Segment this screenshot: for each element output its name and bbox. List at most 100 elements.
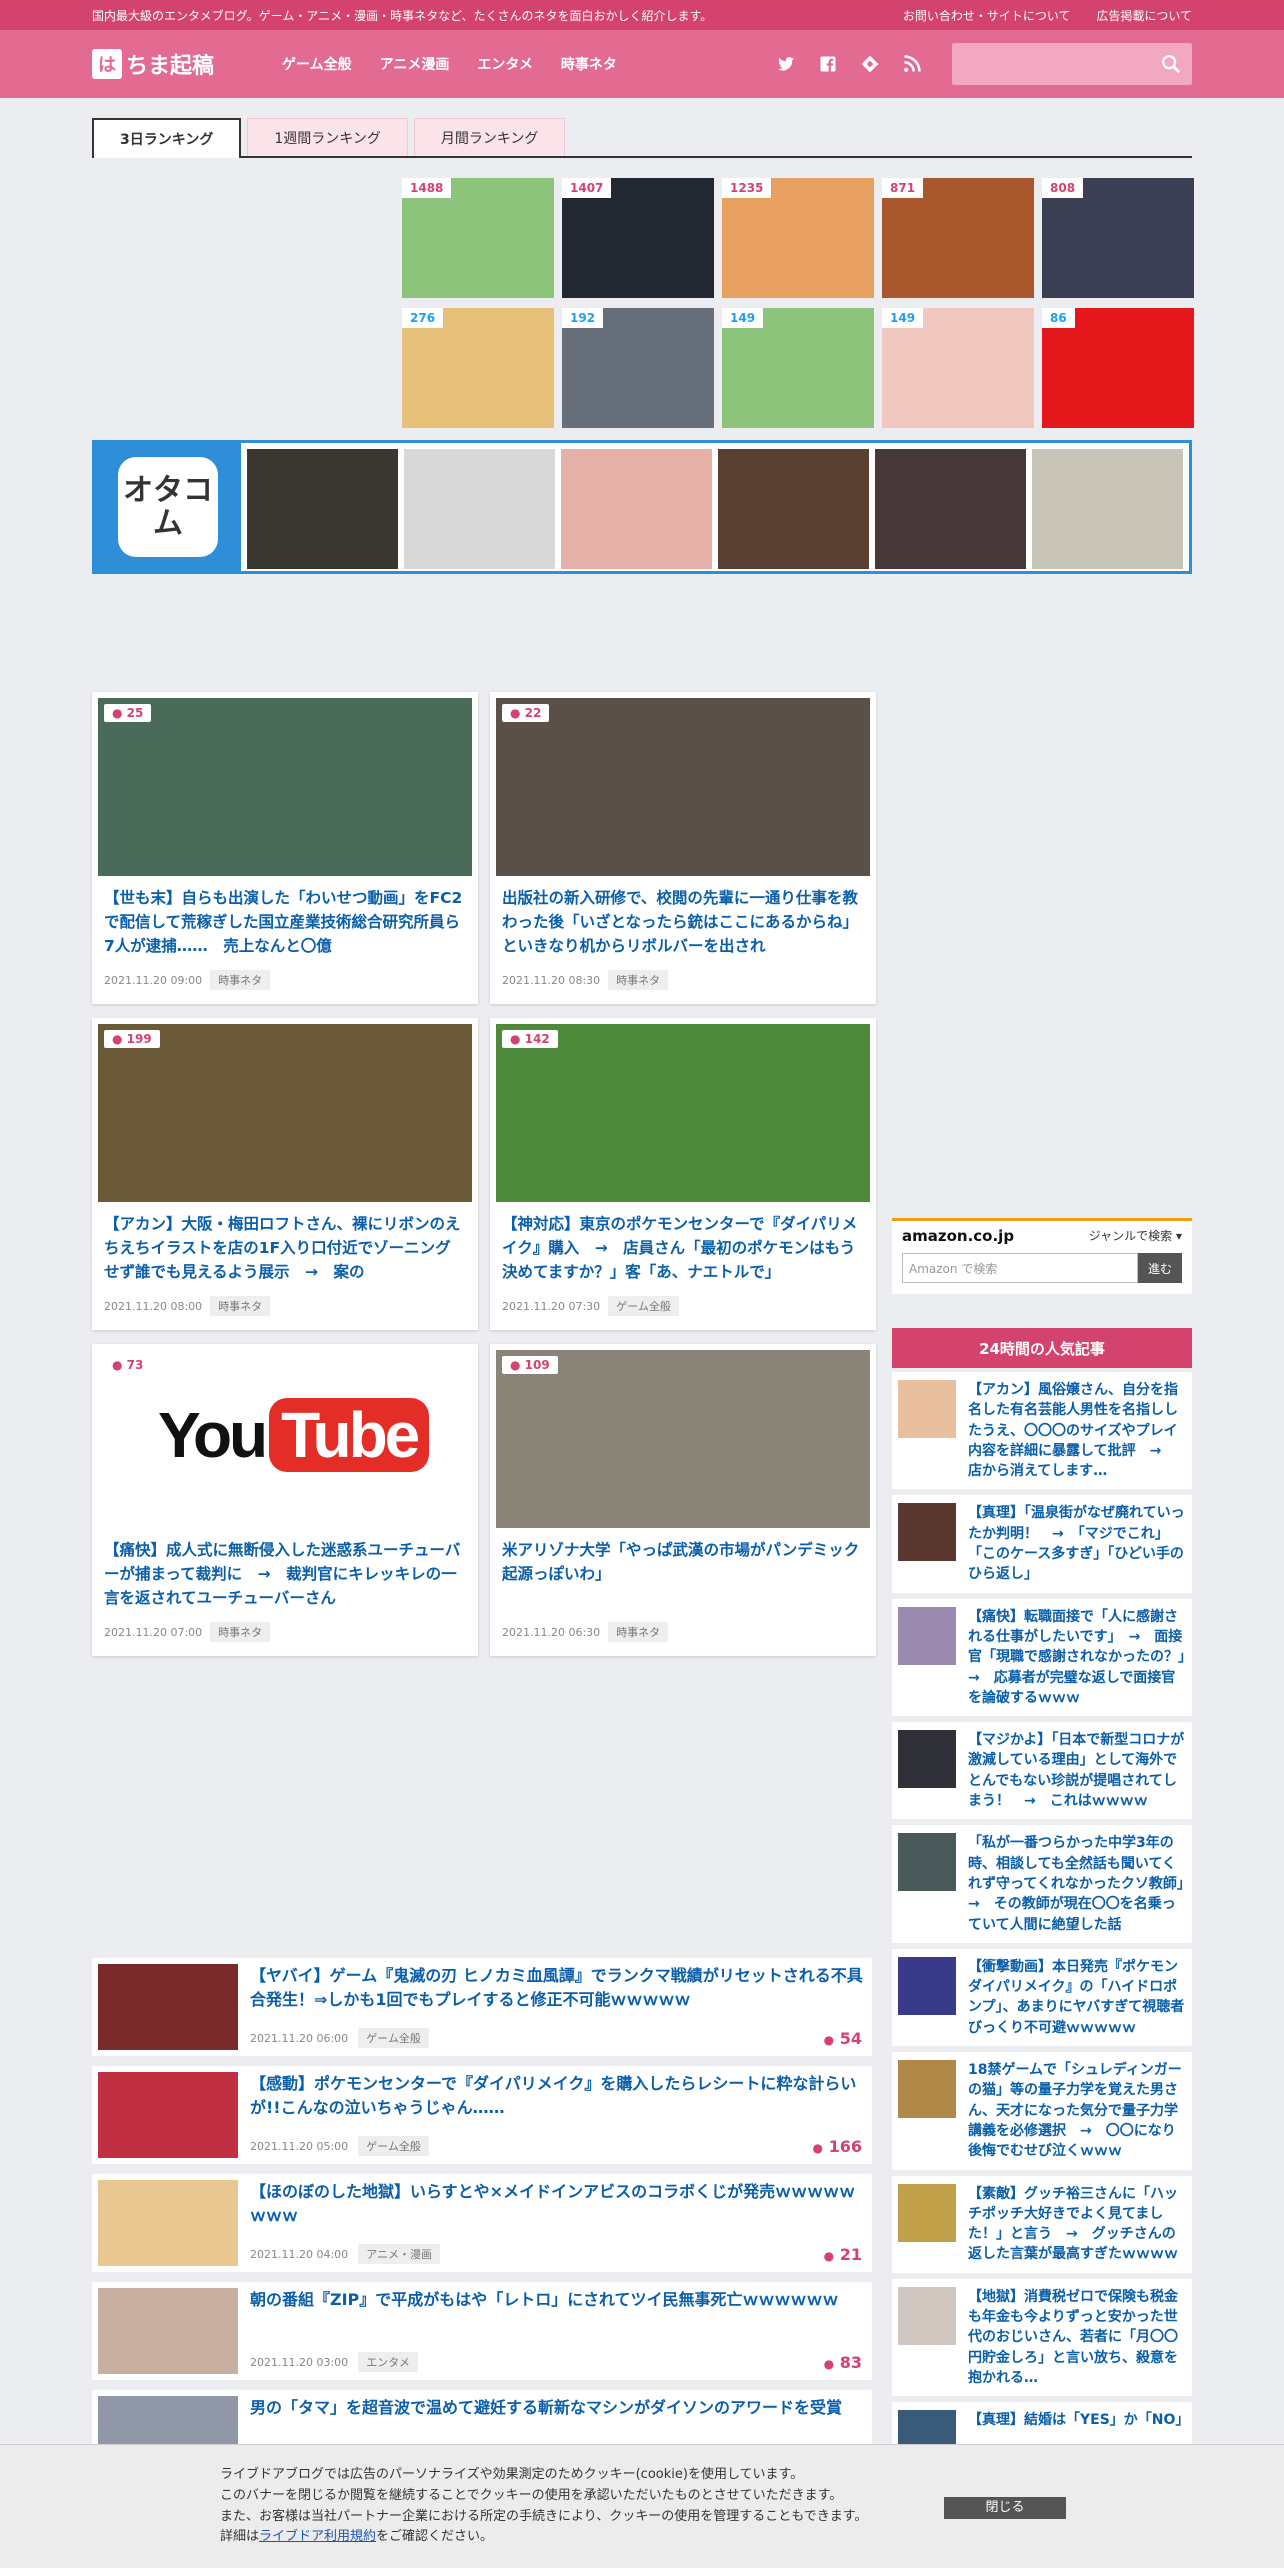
article-card[interactable]: You Tube ● 73 【痛快】成人式に無断侵入した迷惑系ユーチューバーが捕まって… (92, 1344, 478, 1656)
list-item[interactable]: 朝の番組『ZIP』で平成がもはや「レトロ」にされてツイ民無事死亡ｗｗｗｗｗｗ 20… (92, 2282, 872, 2380)
ad-link[interactable]: 広告掲載について (1096, 9, 1192, 23)
article-thumbnail[interactable]: You Tube ● 73 (98, 1350, 472, 1528)
ranking-item[interactable]: 808 (1042, 178, 1194, 298)
otacom-thumbnail[interactable] (718, 449, 869, 569)
list-title[interactable]: 【ヤバイ】ゲーム『鬼滅の刃 ヒノカミ血風譚』でランクマ戦績がリセットされる不具合… (250, 1964, 866, 2012)
facebook-icon[interactable] (818, 54, 838, 74)
popular-item[interactable]: 【地獄】消費税ゼロで保険も税金も年金も今よりずっと安かった世代のおじいさん、若者… (892, 2278, 1192, 2397)
article-thumbnail[interactable]: ● 109 (496, 1350, 870, 1528)
article-thumbnail[interactable]: ● 25 (98, 698, 472, 876)
search-icon[interactable] (1160, 53, 1182, 75)
category-tag[interactable]: 時事ネタ (210, 1622, 271, 1642)
ranking-item[interactable]: 149 (722, 308, 874, 428)
article-title[interactable]: 【神対応】東京のポケモンセンターで『ダイパリメイク』購入 → 店員さん「最初のポ… (502, 1212, 864, 1284)
popular-title[interactable]: 【マジかよ】「日本で新型コロナが激減している理由」として海外でとんでもない珍説が… (968, 1730, 1186, 1811)
list-thumbnail[interactable] (98, 2072, 238, 2158)
article-card[interactable]: ● 25 【世も末】自らも出演した「わいせつ動画」をFC2で配信して荒稼ぎした国立… (92, 692, 478, 1004)
popular-title[interactable]: 【真理】「温泉街がなぜ廃れていったか判明！ → 「マジでこれ」「このケース多すぎ… (968, 1503, 1186, 1584)
article-thumbnail[interactable]: ● 22 (496, 698, 870, 876)
popular-thumbnail[interactable] (898, 2183, 956, 2242)
list-item[interactable]: 【ヤバイ】ゲーム『鬼滅の刃 ヒノカミ血風譚』でランクマ戦績がリセットされる不具合… (92, 1958, 872, 2056)
tab-3day[interactable]: 3日ランキング (92, 118, 242, 158)
ranking-item[interactable]: 871 (882, 178, 1034, 298)
twitter-icon[interactable] (776, 54, 796, 74)
category-tag[interactable]: ゲーム全般 (608, 1296, 679, 1316)
tab-month[interactable]: 月間ランキング (413, 118, 566, 156)
article-title[interactable]: 出版社の新入研修で、校閲の先輩に一通り仕事を教わった後「いざとなったら銃はここに… (502, 886, 864, 958)
amazon-genre-select[interactable]: ジャンルで検索 ▾ (1089, 1227, 1182, 1245)
otacom-thumbnail[interactable] (404, 449, 555, 569)
article-card[interactable]: ● 22 出版社の新入研修で、校閲の先輩に一通り仕事を教わった後「いざとなったら銃… (490, 692, 876, 1004)
popular-item[interactable]: 【マジかよ】「日本で新型コロナが激減している理由」として海外でとんでもない珍説が… (892, 1722, 1192, 1820)
popular-title[interactable]: 「私が一番つらかった中学3年の時、相談しても全然話も聞いてくれず守ってくれなかっ… (968, 1833, 1192, 1934)
site-search-input[interactable] (952, 43, 1192, 85)
ranking-item[interactable]: 1235 (722, 178, 874, 298)
list-thumbnail[interactable] (98, 2180, 238, 2266)
popular-thumbnail[interactable] (898, 2060, 956, 2119)
popular-item[interactable]: 【真理】「温泉街がなぜ廃れていったか判明！ → 「マジでこれ」「このケース多すぎ… (892, 1495, 1192, 1593)
category-tag[interactable]: ゲーム全般 (358, 2136, 429, 2156)
nav-anime[interactable]: アニメ漫画 (380, 54, 450, 74)
article-card[interactable]: ● 199 【アカン】大阪・梅田ロフトさん、裸にリボンのえちえちイラストを店の1F… (92, 1018, 478, 1330)
article-title[interactable]: 【痛快】成人式に無断侵入した迷惑系ユーチューバーが捕まって裁判に → 裁判官にキ… (104, 1538, 466, 1610)
ranking-item[interactable]: 86 (1042, 308, 1194, 428)
list-thumbnail[interactable] (98, 2288, 238, 2374)
article-title[interactable]: 米アリゾナ大学「やっぱ武漢の市場がパンデミック起源っぽいわ」 (502, 1538, 864, 1610)
popular-title[interactable]: 【痛快】転職面接で「人に感謝される仕事がしたいです」 → 面接官「現職で感謝され… (968, 1607, 1192, 1708)
list-title[interactable]: 朝の番組『ZIP』で平成がもはや「レトロ」にされてツイ民無事死亡ｗｗｗｗｗｗ (250, 2288, 866, 2312)
amazon-search-input[interactable]: Amazon で検索 (902, 1253, 1138, 1283)
popular-item[interactable]: 【衝撃動画】本日発売『ポケモン ダイパリメイク』の「ハイドロポンプ」、あまりにヤ… (892, 1948, 1192, 2047)
list-item[interactable]: 【感動】ポケモンセンターで『ダイパリメイク』を購入したらレシートに粋な計らいが!… (92, 2066, 872, 2164)
popular-thumbnail[interactable] (898, 1380, 956, 1438)
otacom-thumbnail[interactable] (247, 449, 398, 569)
category-tag[interactable]: 時事ネタ (608, 1622, 669, 1642)
popular-item[interactable]: 「私が一番つらかった中学3年の時、相談しても全然話も聞いてくれず守ってくれなかっ… (892, 1825, 1192, 1943)
ranking-item[interactable]: 192 (562, 308, 714, 428)
article-thumbnail[interactable]: ● 142 (496, 1024, 870, 1202)
terms-link[interactable]: ライブドア利用規約 (259, 2529, 376, 2544)
popular-thumbnail[interactable] (898, 1730, 956, 1789)
site-logo[interactable]: は ちま起稿 (92, 48, 282, 80)
popular-title[interactable]: 【衝撃動画】本日発売『ポケモン ダイパリメイク』の「ハイドロポンプ」、あまりにヤ… (968, 1957, 1186, 2038)
list-item[interactable]: 【ほのぼのした地獄】いらすとや×メイドインアビスのコラボくじが発売ｗｗｗｗｗｗｗ… (92, 2174, 872, 2272)
ranking-item[interactable]: 1407 (562, 178, 714, 298)
list-title[interactable]: 男の「タマ」を超音波で温めて避妊する斬新なマシンがダイソンのアワードを受賞 (250, 2396, 866, 2420)
popular-title[interactable]: 【アカン】風俗嬢さん、自分を指名した有名芸能人男性を名指ししたうえ、〇〇〇のサイ… (968, 1380, 1186, 1481)
nav-game[interactable]: ゲーム全般 (282, 54, 352, 74)
article-title[interactable]: 【世も末】自らも出演した「わいせつ動画」をFC2で配信して荒稼ぎした国立産業技術… (104, 886, 466, 958)
tab-1week[interactable]: 1週間ランキング (247, 118, 408, 156)
article-thumbnail[interactable]: ● 199 (98, 1024, 472, 1202)
article-title[interactable]: 【アカン】大阪・梅田ロフトさん、裸にリボンのえちえちイラストを店の1F入り口付近… (104, 1212, 466, 1284)
nav-entame[interactable]: エンタメ (477, 54, 533, 74)
otacom-banner[interactable]: オタコム (92, 440, 1192, 574)
popular-title[interactable]: 【地獄】消費税ゼロで保険も税金も年金も今よりずっと安かった世代のおじいさん、若者… (968, 2287, 1186, 2388)
popular-thumbnail[interactable] (898, 2286, 956, 2345)
article-card[interactable]: ● 109 米アリゾナ大学「やっぱ武漢の市場がパンデミック起源っぽいわ」 2021.… (490, 1344, 876, 1656)
category-tag[interactable]: ゲーム全般 (358, 2028, 429, 2048)
ranking-item[interactable]: 1488 (402, 178, 554, 298)
feedly-icon[interactable] (860, 54, 880, 74)
popular-title[interactable]: 【素敵】グッチ裕三さんに「ハッチポッチ大好きでよく見てました！」と言う → グッ… (968, 2184, 1186, 2265)
cookie-close-button[interactable]: 閉じる (944, 2497, 1066, 2519)
popular-thumbnail[interactable] (898, 1606, 956, 1665)
ranking-item[interactable]: 276 (402, 308, 554, 428)
category-tag[interactable]: 時事ネタ (210, 970, 271, 990)
category-tag[interactable]: 時事ネタ (210, 1296, 271, 1316)
popular-item[interactable]: 【痛快】転職面接で「人に感謝される仕事がしたいです」 → 面接官「現職で感謝され… (892, 1598, 1192, 1717)
ranking-item[interactable]: 149 (882, 308, 1034, 428)
list-title[interactable]: 【ほのぼのした地獄】いらすとや×メイドインアビスのコラボくじが発売ｗｗｗｗｗｗｗ… (250, 2180, 866, 2228)
nav-news[interactable]: 時事ネタ (561, 54, 617, 74)
rss-icon[interactable] (902, 54, 922, 74)
otacom-thumbnail[interactable] (561, 449, 712, 569)
popular-item[interactable]: 【アカン】風俗嬢さん、自分を指名した有名芸能人男性を名指ししたうえ、〇〇〇のサイ… (892, 1372, 1192, 1490)
category-tag[interactable]: エンタメ (358, 2352, 418, 2372)
popular-title[interactable]: 18禁ゲームで「シュレディンガーの猫」等の量子力学を覚えた男さん、天才になった気… (968, 2060, 1186, 2161)
popular-thumbnail[interactable] (898, 1503, 956, 1562)
popular-item[interactable]: 18禁ゲームで「シュレディンガーの猫」等の量子力学を覚えた男さん、天才になった気… (892, 2052, 1192, 2170)
popular-thumbnail[interactable] (898, 1833, 956, 1892)
category-tag[interactable]: アニメ・漫画 (358, 2244, 440, 2264)
otacom-thumbnail[interactable] (1032, 449, 1183, 569)
popular-item[interactable]: 【素敵】グッチ裕三さんに「ハッチポッチ大好きでよく見てました！」と言う → グッ… (892, 2175, 1192, 2273)
amazon-go-button[interactable]: 進む (1138, 1253, 1182, 1283)
article-card[interactable]: ● 142 【神対応】東京のポケモンセンターで『ダイパリメイク』購入 → 店員さん… (490, 1018, 876, 1330)
